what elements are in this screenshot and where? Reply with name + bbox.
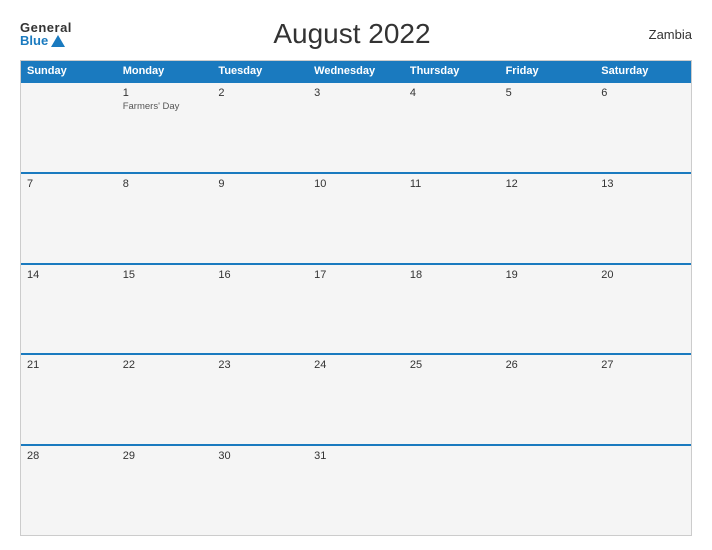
calendar-cell: 9 <box>212 174 308 263</box>
calendar-cell: 23 <box>212 355 308 444</box>
day-number: 4 <box>410 87 494 99</box>
day-number: 1 <box>123 87 207 99</box>
day-number: 6 <box>601 87 685 99</box>
calendar-cell: 14 <box>21 265 117 354</box>
calendar-cell: 5 <box>500 83 596 172</box>
calendar-cell: 6 <box>595 83 691 172</box>
calendar-cell: 8 <box>117 174 213 263</box>
calendar-cell: 11 <box>404 174 500 263</box>
calendar-grid: SundayMondayTuesdayWednesdayThursdayFrid… <box>20 60 692 536</box>
header-day-saturday: Saturday <box>595 61 691 81</box>
calendar-cell: 18 <box>404 265 500 354</box>
calendar-cell: 10 <box>308 174 404 263</box>
day-number: 13 <box>601 178 685 190</box>
calendar-cell: 4 <box>404 83 500 172</box>
day-number: 23 <box>218 359 302 371</box>
logo: General Blue <box>20 21 72 47</box>
day-number: 20 <box>601 269 685 281</box>
header-day-wednesday: Wednesday <box>308 61 404 81</box>
day-number: 24 <box>314 359 398 371</box>
calendar-cell: 12 <box>500 174 596 263</box>
day-number: 22 <box>123 359 207 371</box>
day-number: 28 <box>27 450 111 462</box>
calendar-week-3: 14 15 16 17 18 19 20 <box>21 263 691 354</box>
logo-blue-row: Blue <box>20 34 65 47</box>
calendar-cell: 21 <box>21 355 117 444</box>
calendar-cell: 3 <box>308 83 404 172</box>
calendar-cell: 20 <box>595 265 691 354</box>
calendar-cell <box>500 446 596 535</box>
calendar-cell: 31 <box>308 446 404 535</box>
calendar-cell: 17 <box>308 265 404 354</box>
day-number: 12 <box>506 178 590 190</box>
day-number: 21 <box>27 359 111 371</box>
calendar-cell: 25 <box>404 355 500 444</box>
day-number: 19 <box>506 269 590 281</box>
calendar-cell: 7 <box>21 174 117 263</box>
calendar-cell: 30 <box>212 446 308 535</box>
calendar-cell <box>21 83 117 172</box>
day-number: 5 <box>506 87 590 99</box>
day-number: 3 <box>314 87 398 99</box>
calendar-cell: 29 <box>117 446 213 535</box>
calendar-cell <box>595 446 691 535</box>
day-number: 26 <box>506 359 590 371</box>
calendar-title: August 2022 <box>72 18 632 50</box>
holiday-label: Farmers' Day <box>123 101 207 113</box>
header-day-sunday: Sunday <box>21 61 117 81</box>
calendar-cell: 2 <box>212 83 308 172</box>
day-number: 7 <box>27 178 111 190</box>
day-number: 8 <box>123 178 207 190</box>
day-number: 2 <box>218 87 302 99</box>
day-number: 17 <box>314 269 398 281</box>
logo-blue-text: Blue <box>20 34 48 47</box>
country-label: Zambia <box>632 27 692 42</box>
calendar-cell: 22 <box>117 355 213 444</box>
calendar-week-4: 21 22 23 24 25 26 27 <box>21 353 691 444</box>
calendar-page: General Blue August 2022 Zambia SundayMo… <box>0 0 712 550</box>
calendar-week-2: 789 10 11 12 13 <box>21 172 691 263</box>
day-number: 27 <box>601 359 685 371</box>
calendar-week-1: 1 Farmers' Day 23456 <box>21 81 691 172</box>
calendar-week-5: 28 29 30 31 <box>21 444 691 535</box>
calendar-cell: 27 <box>595 355 691 444</box>
calendar-cell: 16 <box>212 265 308 354</box>
calendar-cell: 15 <box>117 265 213 354</box>
day-number: 16 <box>218 269 302 281</box>
day-number: 31 <box>314 450 398 462</box>
day-number: 29 <box>123 450 207 462</box>
header-day-tuesday: Tuesday <box>212 61 308 81</box>
header-day-monday: Monday <box>117 61 213 81</box>
calendar-cell: 19 <box>500 265 596 354</box>
calendar-header: SundayMondayTuesdayWednesdayThursdayFrid… <box>21 61 691 81</box>
calendar-cell <box>404 446 500 535</box>
header-day-friday: Friday <box>500 61 596 81</box>
day-number: 18 <box>410 269 494 281</box>
day-number: 10 <box>314 178 398 190</box>
header-day-thursday: Thursday <box>404 61 500 81</box>
calendar-cell: 1 Farmers' Day <box>117 83 213 172</box>
calendar-cell: 24 <box>308 355 404 444</box>
day-number: 15 <box>123 269 207 281</box>
day-number: 25 <box>410 359 494 371</box>
logo-triangle-icon <box>51 35 65 47</box>
day-number: 14 <box>27 269 111 281</box>
day-number: 9 <box>218 178 302 190</box>
calendar-body: 1Farmers' Day234567891011121314151617181… <box>21 81 691 535</box>
day-number: 11 <box>410 178 494 190</box>
header: General Blue August 2022 Zambia <box>20 18 692 50</box>
calendar-cell: 26 <box>500 355 596 444</box>
calendar-cell: 28 <box>21 446 117 535</box>
day-number: 30 <box>218 450 302 462</box>
calendar-cell: 13 <box>595 174 691 263</box>
